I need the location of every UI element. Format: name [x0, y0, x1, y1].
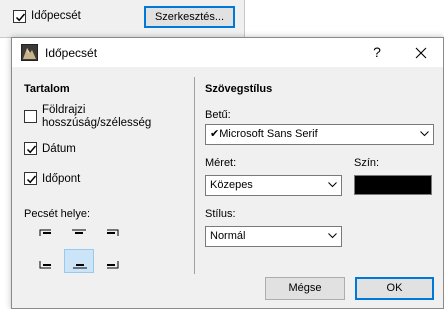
help-button[interactable]: ?: [364, 38, 390, 67]
section-divider: [194, 77, 195, 274]
top-center-align-icon: [72, 229, 86, 234]
close-button[interactable]: [406, 38, 436, 67]
font-select[interactable]: ✔Microsoft Sans Serif: [205, 124, 434, 145]
position-bottom-left-button[interactable]: [34, 250, 64, 274]
chevron-down-icon: [328, 182, 337, 188]
position-top-left-button[interactable]: [34, 225, 64, 249]
style-select-value: Normál: [210, 230, 246, 242]
edit-button[interactable]: Szerkesztés...: [144, 6, 235, 28]
text-style-section-title: Szövegstílus: [205, 83, 273, 95]
coordinates-checkbox-label: Földrajzi hosszúság/szélesség: [42, 104, 152, 129]
timestamp-checkbox[interactable]: [13, 10, 26, 23]
size-label: Méret:: [205, 157, 237, 169]
coordinates-checkbox[interactable]: [24, 110, 37, 123]
font-label: Betű:: [205, 109, 231, 121]
background-window: Időpecsét Szerkesztés...: [0, 0, 245, 38]
position-bottom-center-button[interactable]: [64, 249, 94, 273]
timestamp-dialog: Időpecsét ? Tartalom Földrajzi hosszúság…: [11, 37, 444, 309]
position-top-center-button[interactable]: [64, 225, 94, 249]
size-select-value: Közepes: [210, 179, 253, 191]
checkmark-icon: [15, 13, 26, 22]
font-select-value: ✔Microsoft Sans Serif: [210, 128, 318, 140]
cancel-button[interactable]: Mégse: [265, 277, 345, 300]
ok-button[interactable]: OK: [355, 277, 434, 300]
app-icon: [21, 44, 38, 61]
checkmark-icon: [26, 175, 37, 184]
style-select[interactable]: Normál: [205, 226, 342, 247]
timestamp-checkbox-label: Időpecsét: [31, 10, 81, 22]
time-checkbox-label: Időpont: [42, 173, 81, 185]
top-left-align-icon: [39, 229, 51, 236]
close-icon: [415, 47, 427, 59]
chevron-down-icon: [328, 233, 337, 239]
position-bottom-right-button[interactable]: [94, 250, 124, 274]
top-right-align-icon: [107, 229, 119, 236]
color-label: Szín:: [354, 157, 380, 169]
dialog-title: Időpecsét: [45, 46, 98, 60]
chevron-down-icon: [420, 131, 429, 137]
style-label: Stílus:: [205, 208, 236, 220]
dialog-titlebar: Időpecsét ?: [12, 38, 443, 67]
date-checkbox[interactable]: [24, 142, 37, 155]
size-select[interactable]: Közepes: [205, 175, 342, 196]
bottom-left-align-icon: [39, 261, 51, 269]
bottom-right-align-icon: [107, 261, 119, 269]
position-top-right-button[interactable]: [94, 225, 124, 249]
content-section-title: Tartalom: [24, 83, 70, 95]
checkmark-icon: [26, 145, 37, 154]
color-swatch[interactable]: [354, 175, 432, 195]
position-label: Pecsét helye:: [24, 208, 91, 220]
time-checkbox[interactable]: [24, 172, 37, 185]
date-checkbox-label: Dátum: [42, 143, 76, 155]
bottom-center-align-icon: [73, 264, 87, 269]
